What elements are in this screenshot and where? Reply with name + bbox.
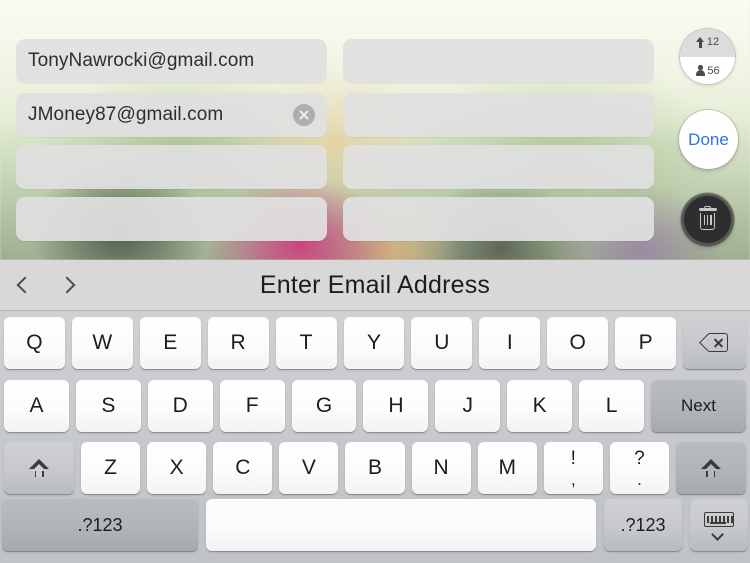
done-button-label: Done bbox=[688, 129, 729, 149]
email-field-1[interactable]: TonyNawrocki@gmail.com bbox=[16, 39, 327, 83]
email-fields-grid: TonyNawrocki@gmail.com JMoney87@gmail.co… bbox=[0, 0, 750, 260]
keyboard-title: Enter Email Address bbox=[259, 270, 491, 299]
clear-icon[interactable] bbox=[293, 104, 315, 126]
previous-field-button[interactable] bbox=[0, 265, 46, 305]
hide-keyboard-key[interactable] bbox=[690, 499, 748, 551]
key-s[interactable]: S bbox=[75, 379, 141, 432]
shift-key-left[interactable] bbox=[4, 442, 74, 494]
key-k[interactable]: K bbox=[507, 379, 573, 432]
email-field-3[interactable] bbox=[16, 145, 327, 189]
key-b[interactable]: B bbox=[345, 442, 405, 494]
backspace-icon bbox=[698, 333, 728, 352]
people-stat: 56 bbox=[680, 56, 735, 84]
key-a[interactable]: A bbox=[4, 379, 69, 432]
keyboard-row-1: Q W E R T Y U I O P bbox=[0, 311, 750, 374]
email-field-5[interactable] bbox=[343, 39, 654, 83]
email-field-4[interactable] bbox=[16, 197, 327, 241]
key-e[interactable]: E bbox=[139, 316, 201, 369]
onscreen-keyboard: Enter Email Address Q W E R T Y U I O P … bbox=[0, 260, 750, 563]
key-f[interactable]: F bbox=[219, 379, 285, 432]
person-icon bbox=[695, 65, 705, 77]
key-exclamation-comma[interactable]: ! , bbox=[543, 442, 603, 494]
delete-button[interactable] bbox=[682, 194, 733, 245]
uploads-stat: 12 bbox=[680, 29, 735, 57]
key-t[interactable]: T bbox=[275, 316, 337, 369]
uploads-count: 12 bbox=[706, 36, 720, 49]
next-field-button[interactable] bbox=[46, 265, 92, 305]
shift-key-right[interactable] bbox=[675, 442, 746, 494]
key-x[interactable]: X bbox=[147, 442, 207, 494]
email-field-8[interactable] bbox=[343, 197, 654, 241]
numbers-key-left[interactable]: .?123 bbox=[2, 499, 198, 551]
email-field-2[interactable]: JMoney87@gmail.com bbox=[16, 93, 327, 137]
key-y[interactable]: Y bbox=[343, 316, 405, 369]
key-q[interactable]: Q bbox=[3, 316, 65, 369]
done-button[interactable]: Done bbox=[679, 110, 738, 169]
chevron-right-icon bbox=[58, 276, 76, 294]
key-question-period[interactable]: ? . bbox=[609, 442, 669, 494]
key-u[interactable]: U bbox=[411, 316, 473, 369]
key-h[interactable]: H bbox=[363, 379, 429, 432]
key-z[interactable]: Z bbox=[81, 442, 141, 494]
people-count: 56 bbox=[707, 64, 720, 77]
key-g[interactable]: G bbox=[291, 379, 357, 432]
keyboard-row-2: A S D F G H J K L Next bbox=[0, 374, 750, 437]
key-v[interactable]: V bbox=[279, 442, 339, 494]
numbers-key-right[interactable]: .?123 bbox=[604, 499, 682, 551]
email-field-2-value: JMoney87@gmail.com bbox=[28, 104, 224, 125]
shift-icon bbox=[700, 458, 721, 478]
chevron-left-icon bbox=[16, 276, 34, 294]
keyboard-toolbar: Enter Email Address bbox=[0, 260, 750, 311]
key-c[interactable]: C bbox=[213, 442, 273, 494]
keyboard-row-4: .?123 .?123 bbox=[0, 499, 750, 559]
key-w[interactable]: W bbox=[71, 316, 133, 369]
key-d[interactable]: D bbox=[147, 379, 213, 432]
next-key[interactable]: Next bbox=[651, 379, 747, 432]
key-question-label: ? bbox=[634, 447, 645, 469]
arrow-up-icon bbox=[695, 36, 705, 48]
email-field-6[interactable] bbox=[343, 93, 654, 137]
key-m[interactable]: M bbox=[477, 442, 537, 494]
key-r[interactable]: R bbox=[207, 316, 269, 369]
stats-badge[interactable]: 12 56 bbox=[679, 28, 736, 85]
key-exclamation-label: ! bbox=[570, 447, 576, 469]
email-field-1-value: TonyNawrocki@gmail.com bbox=[28, 50, 255, 71]
key-n[interactable]: N bbox=[411, 442, 471, 494]
key-period-label: . bbox=[637, 469, 642, 489]
backspace-key[interactable] bbox=[683, 316, 747, 369]
key-j[interactable]: J bbox=[435, 379, 501, 432]
hide-keyboard-icon bbox=[704, 512, 734, 541]
trash-icon bbox=[698, 205, 718, 231]
key-o[interactable]: O bbox=[547, 316, 609, 369]
shift-icon bbox=[29, 458, 49, 478]
key-l[interactable]: L bbox=[579, 379, 645, 432]
email-field-7[interactable] bbox=[343, 145, 654, 189]
key-comma-label: , bbox=[570, 469, 576, 489]
key-p[interactable]: P bbox=[615, 316, 677, 369]
key-i[interactable]: I bbox=[479, 316, 541, 369]
keyboard-row-3: Z X C V B N M ! , ? . bbox=[0, 437, 750, 499]
space-key[interactable] bbox=[206, 499, 596, 551]
